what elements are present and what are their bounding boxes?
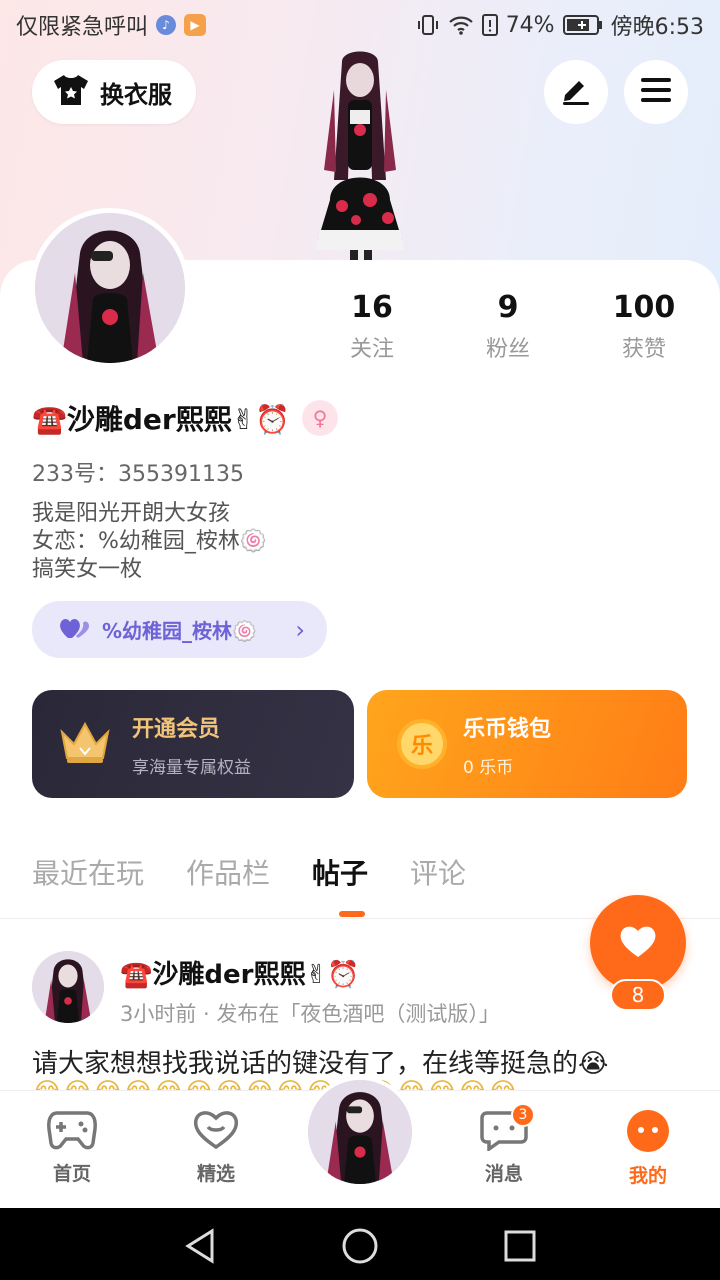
back-icon[interactable]	[180, 1226, 220, 1270]
tshirt-icon	[52, 73, 90, 111]
profile-name: ☎️沙雕der熙熙✌⏰	[32, 403, 291, 436]
nav-label: 消息	[484, 1163, 523, 1185]
nav-label: 我的	[628, 1165, 667, 1187]
user-id: 233号：355391135	[32, 462, 244, 487]
following-stat[interactable]: 16 关注	[317, 290, 427, 363]
bio-line: 搞笑女一枚	[32, 557, 143, 582]
nav-label: 精选	[196, 1163, 235, 1185]
stat-label: 关注	[349, 337, 394, 362]
tab-works[interactable]: 作品栏	[186, 852, 270, 892]
status-bar: 仅限紧急呼叫 ♪ ▶ 74% 傍晚6:53	[0, 0, 720, 50]
profile-tabs: 最近在玩 作品栏 帖子 评论	[32, 852, 508, 892]
bio-line: 女恋：%幼稚园_桉林🍥	[32, 529, 268, 554]
female-gender-icon: ♀	[302, 400, 339, 436]
relationship-name: %幼稚园_桉林🍥	[102, 619, 257, 643]
wallet-title: 乐币钱包	[463, 716, 552, 742]
likes-stat[interactable]: 100 获赞	[589, 290, 699, 363]
unread-badge: 3	[511, 1103, 535, 1127]
tab-recent-played[interactable]: 最近在玩	[32, 852, 144, 892]
vip-title: 开通会员	[132, 716, 221, 742]
play-app-icon: ▶	[184, 14, 207, 36]
wallet-balance: 0 乐币	[463, 757, 514, 778]
home-icon[interactable]	[340, 1226, 380, 1270]
menu-button[interactable]	[624, 60, 688, 124]
nav-featured[interactable]: 精选	[171, 1109, 261, 1186]
chat-bubble-icon	[479, 1111, 529, 1155]
name-row: ☎️沙雕der熙熙✌⏰ ♀	[32, 398, 339, 438]
chevron-right-icon: ›	[295, 615, 305, 644]
pen-icon	[559, 73, 593, 111]
stat-value: 9	[497, 290, 519, 325]
vip-subtitle: 享海量专属权益	[132, 757, 251, 778]
vip-membership-card[interactable]: 开通会员 享海量专属权益	[32, 690, 354, 798]
change-outfit-label: 换衣服	[100, 80, 172, 109]
music-icon: ♪	[156, 15, 177, 35]
stat-label: 粉丝	[485, 337, 530, 362]
heart-outline-icon	[191, 1111, 241, 1155]
stat-value: 100	[612, 290, 676, 325]
battery-charging-icon	[562, 14, 603, 36]
clock: 傍晚6:53	[610, 15, 704, 40]
heart-icon	[618, 923, 658, 963]
system-navigation-bar	[0, 1208, 720, 1280]
crown-icon	[58, 720, 112, 768]
coin-icon: 乐	[397, 719, 447, 769]
tab-posts[interactable]: 帖子	[312, 852, 368, 892]
nav-me[interactable]: 我的	[603, 1109, 693, 1188]
wifi-icon	[448, 14, 474, 36]
tab-comments[interactable]: 评论	[410, 852, 466, 892]
sim-alert-icon	[481, 13, 498, 37]
post-author-avatar[interactable]	[32, 951, 104, 1023]
followers-stat[interactable]: 9 粉丝	[453, 290, 563, 363]
profile-avatar[interactable]	[30, 208, 190, 368]
nav-home[interactable]: 首页	[27, 1109, 117, 1186]
carrier-text: 仅限紧急呼叫	[16, 15, 149, 40]
avatar-character-figure[interactable]	[290, 50, 430, 262]
post-meta: 3小时前 · 发布在「夜色酒吧（测试版）」	[120, 1002, 500, 1026]
like-count: 8	[610, 979, 666, 1011]
relationship-pill[interactable]: %幼稚园_桉林🍥 ›	[32, 601, 327, 658]
recents-icon[interactable]	[500, 1226, 540, 1270]
gamepad-icon	[47, 1111, 97, 1155]
change-outfit-button[interactable]: 换衣服	[32, 60, 196, 124]
nav-center-avatar[interactable]	[304, 1076, 416, 1188]
profile-bio: 我是阳光开朗大女孩 女恋：%幼稚园_桉林🍥 搞笑女一枚	[32, 500, 267, 584]
edit-profile-button[interactable]	[544, 60, 608, 124]
nav-messages[interactable]: 3 消息	[459, 1103, 549, 1186]
post-content[interactable]: 请大家想想找我说话的键没有了，在线等挺急的😭	[32, 1043, 608, 1080]
stat-label: 获赞	[621, 337, 666, 362]
battery-percent: 74%	[505, 12, 555, 38]
hamburger-icon	[640, 76, 672, 108]
double-heart-icon	[58, 616, 90, 644]
like-button[interactable]	[590, 895, 686, 991]
post-author-name[interactable]: ☎️沙雕der熙熙✌⏰	[120, 954, 360, 991]
vibrate-icon	[416, 13, 440, 37]
profile-dots-icon	[626, 1110, 670, 1157]
bio-line: 我是阳光开朗大女孩	[32, 501, 231, 526]
nav-label: 首页	[52, 1163, 91, 1185]
stat-value: 16	[351, 290, 393, 325]
coin-wallet-card[interactable]: 乐 乐币钱包 0 乐币	[367, 690, 687, 798]
active-tab-indicator	[339, 911, 365, 917]
